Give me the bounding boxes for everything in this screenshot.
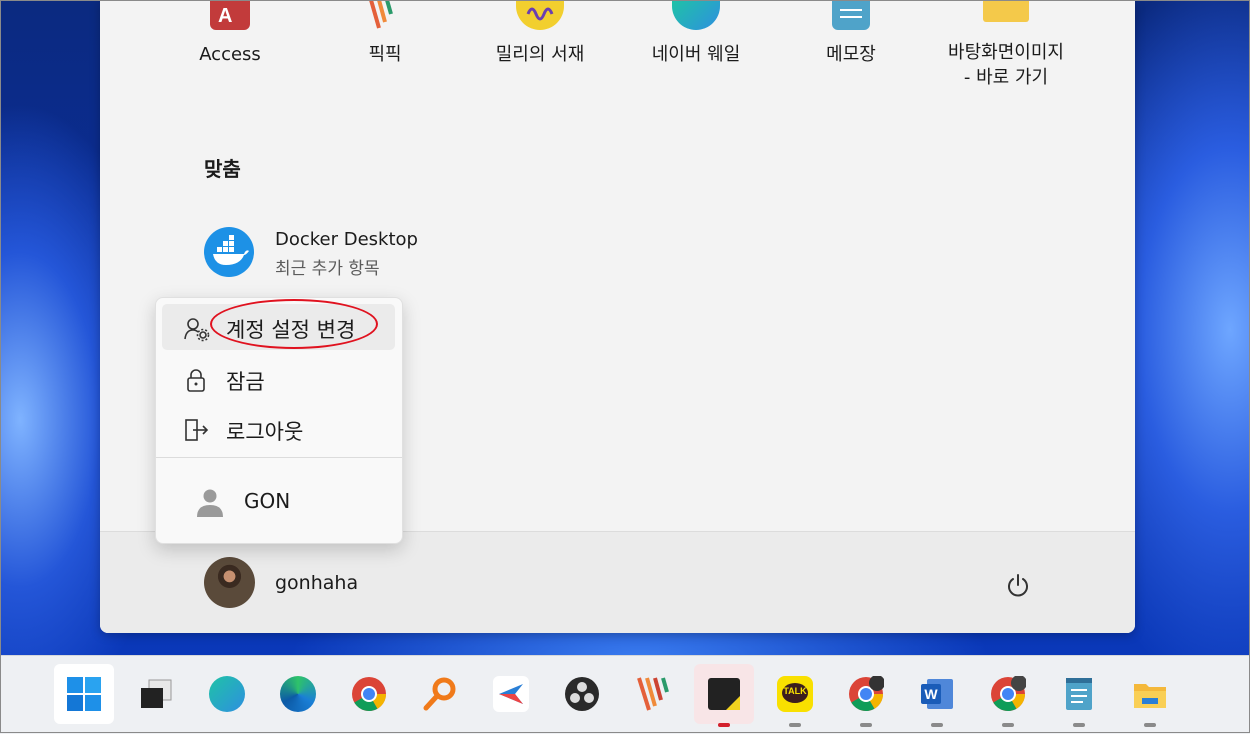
pinned-app-picpick[interactable]: 픽픽 bbox=[307, 0, 463, 67]
recommended-section-title: 맞춤 bbox=[204, 157, 241, 181]
sticky-notes-icon bbox=[706, 676, 742, 712]
taskbar-edge[interactable] bbox=[268, 664, 328, 724]
taskbar-chrome[interactable] bbox=[339, 664, 399, 724]
running-indicator bbox=[789, 723, 801, 727]
picpick-icon bbox=[635, 676, 671, 712]
running-indicator bbox=[860, 723, 872, 727]
windows-start-icon bbox=[66, 676, 102, 712]
running-indicator bbox=[1002, 723, 1014, 727]
taskbar-sourcetree[interactable] bbox=[481, 664, 541, 724]
taskbar-kakaotalk[interactable]: TALK bbox=[765, 664, 825, 727]
running-indicator bbox=[1144, 723, 1156, 727]
start-menu-footer: gonhaha bbox=[100, 531, 1135, 633]
notepad-icon bbox=[1061, 676, 1097, 712]
word-icon: W bbox=[919, 676, 955, 712]
recommended-item-name: Docker Desktop bbox=[275, 229, 418, 250]
taskbar-search-tool[interactable] bbox=[410, 664, 470, 724]
sourcetree-icon bbox=[493, 676, 529, 712]
search-tool-icon bbox=[422, 676, 458, 712]
millie-icon bbox=[516, 0, 564, 30]
chrome-profile-icon bbox=[848, 675, 885, 712]
user-avatar[interactable] bbox=[204, 557, 255, 608]
taskbar-task-view[interactable] bbox=[126, 664, 186, 724]
folder-icon bbox=[983, 0, 1029, 22]
account-menu-divider bbox=[156, 457, 402, 458]
picpick-icon bbox=[361, 0, 409, 30]
naver-whale-icon bbox=[209, 676, 245, 712]
lock-item[interactable]: 잠금 bbox=[162, 356, 395, 402]
pinned-app-access[interactable]: A Access bbox=[152, 0, 308, 67]
taskbar: TALK W bbox=[0, 655, 1250, 734]
pinned-app-wallpaper-shortcut[interactable]: 바탕화면이미지 - 바로 가기 bbox=[928, 0, 1084, 90]
edge-icon bbox=[280, 676, 316, 712]
lock-label: 잠금 bbox=[226, 370, 265, 394]
taskbar-notepad[interactable] bbox=[1049, 664, 1109, 727]
recommended-item-subtitle: 최근 추가 항목 bbox=[275, 259, 380, 279]
running-indicator bbox=[931, 723, 943, 727]
taskbar-word[interactable]: W bbox=[907, 664, 967, 727]
user-name-button[interactable]: gonhaha bbox=[275, 572, 358, 594]
switch-user-item[interactable]: GON bbox=[162, 476, 395, 526]
sign-out-icon bbox=[184, 418, 209, 442]
other-user-name: GON bbox=[244, 489, 291, 513]
sign-out-item[interactable]: 로그아웃 bbox=[162, 406, 395, 452]
docker-icon bbox=[204, 227, 254, 277]
taskbar-chrome-profile-2[interactable] bbox=[978, 664, 1038, 727]
task-view-icon bbox=[138, 676, 174, 712]
pinned-app-notepad[interactable]: 메모장 bbox=[773, 0, 929, 67]
chrome-profile-2-icon bbox=[990, 675, 1027, 712]
account-settings-icon bbox=[184, 316, 210, 342]
kakaotalk-icon: TALK bbox=[777, 676, 813, 712]
svg-text:A: A bbox=[218, 5, 232, 27]
pinned-app-naver-whale[interactable]: 네이버 웨일 bbox=[618, 0, 774, 67]
access-icon: A bbox=[210, 0, 250, 30]
word-label: W bbox=[924, 686, 938, 702]
obs-icon bbox=[564, 676, 600, 712]
whale-icon bbox=[672, 0, 720, 30]
taskbar-naver-whale[interactable] bbox=[197, 664, 257, 724]
chrome-icon bbox=[351, 676, 387, 712]
taskbar-file-explorer[interactable] bbox=[1120, 664, 1180, 727]
recommended-item-docker[interactable]: Docker Desktop 최근 추가 항목 bbox=[200, 224, 460, 282]
running-indicator bbox=[718, 723, 730, 727]
sign-out-label: 로그아웃 bbox=[226, 420, 304, 444]
lock-icon bbox=[184, 368, 208, 392]
person-icon bbox=[192, 484, 228, 520]
file-explorer-icon bbox=[1132, 676, 1168, 712]
power-icon[interactable] bbox=[1005, 572, 1031, 598]
taskbar-obs[interactable] bbox=[552, 664, 612, 724]
running-indicator bbox=[1073, 723, 1085, 727]
taskbar-sticky-notes[interactable] bbox=[694, 664, 754, 727]
taskbar-picpick[interactable] bbox=[623, 664, 683, 724]
kakaotalk-label: TALK bbox=[783, 686, 807, 696]
taskbar-start-button[interactable] bbox=[54, 664, 114, 724]
notepad-icon bbox=[832, 0, 870, 30]
annotation-circle bbox=[210, 299, 378, 349]
taskbar-chrome-profile[interactable] bbox=[836, 664, 896, 727]
pinned-app-millie[interactable]: 밀리의 서재 bbox=[462, 0, 618, 67]
